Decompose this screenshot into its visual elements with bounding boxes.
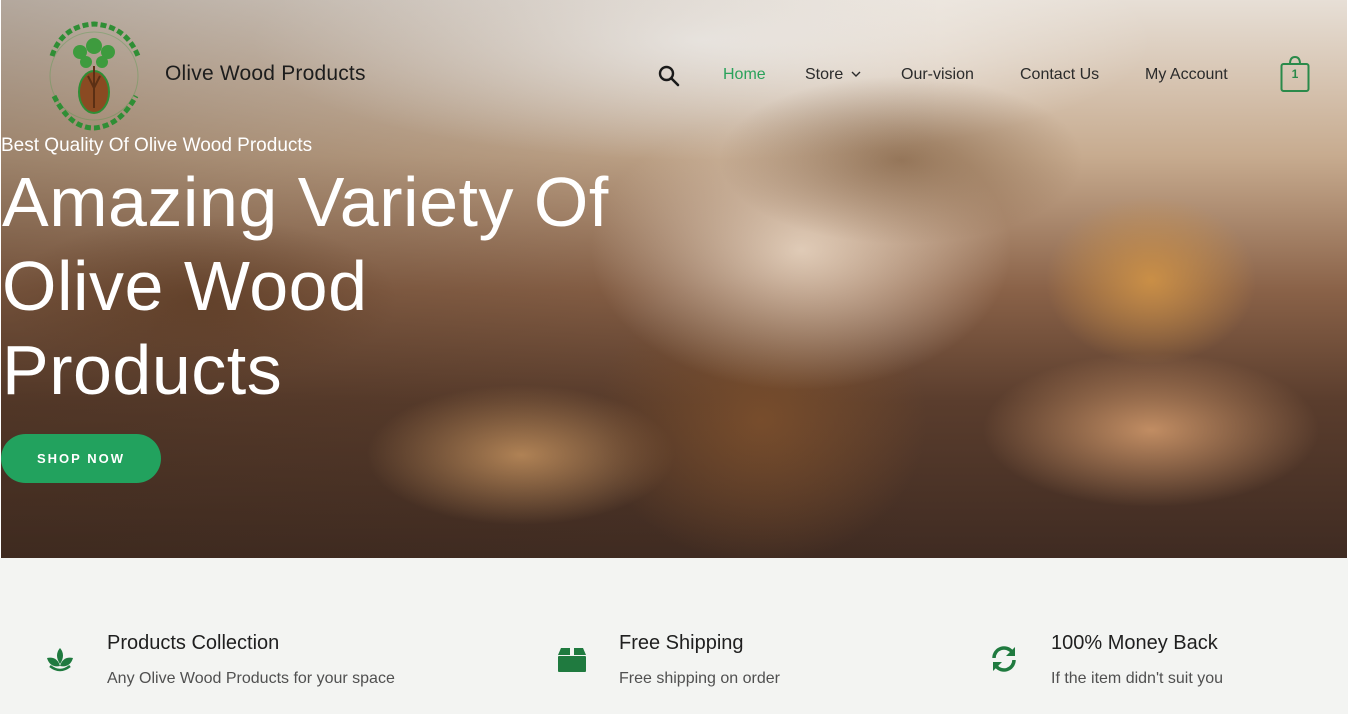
nav-home[interactable]: Home xyxy=(723,66,766,84)
cart-count: 1 xyxy=(1291,67,1299,81)
feature-title: Free Shipping xyxy=(619,632,744,654)
nav-store[interactable]: Store xyxy=(805,66,861,84)
feature-text: Any Olive Wood Products for your space xyxy=(107,670,395,687)
refresh-icon xyxy=(992,646,1016,672)
feature-title: Products Collection xyxy=(107,632,280,654)
nav-contact-us[interactable]: Contact Us xyxy=(1020,66,1099,84)
shop-now-button[interactable]: SHOP NOW xyxy=(1,434,161,483)
box-icon xyxy=(558,648,586,672)
cart-button[interactable]: 1 xyxy=(1280,55,1310,93)
chevron-down-icon xyxy=(851,71,861,78)
nav-our-vision[interactable]: Our-vision xyxy=(901,66,974,84)
nav-store-label: Store xyxy=(805,66,844,83)
hero-tagline: Best Quality Of Olive Wood Products xyxy=(1,135,313,156)
nav-my-account[interactable]: My Account xyxy=(1145,66,1228,84)
hero-headline: Amazing Variety Of Olive Wood Products xyxy=(2,163,609,409)
leaf-icon xyxy=(47,648,73,672)
feature-text: Free shipping on order xyxy=(619,670,780,687)
main-navigation: Home Store Our-vision Contact Us My Acco… xyxy=(0,66,1348,86)
features-bar: Products Collection Any Olive Wood Produ… xyxy=(0,558,1348,714)
feature-text: If the item didn't suit you xyxy=(1051,670,1224,687)
feature-title: 100% Money Back xyxy=(1051,632,1218,654)
